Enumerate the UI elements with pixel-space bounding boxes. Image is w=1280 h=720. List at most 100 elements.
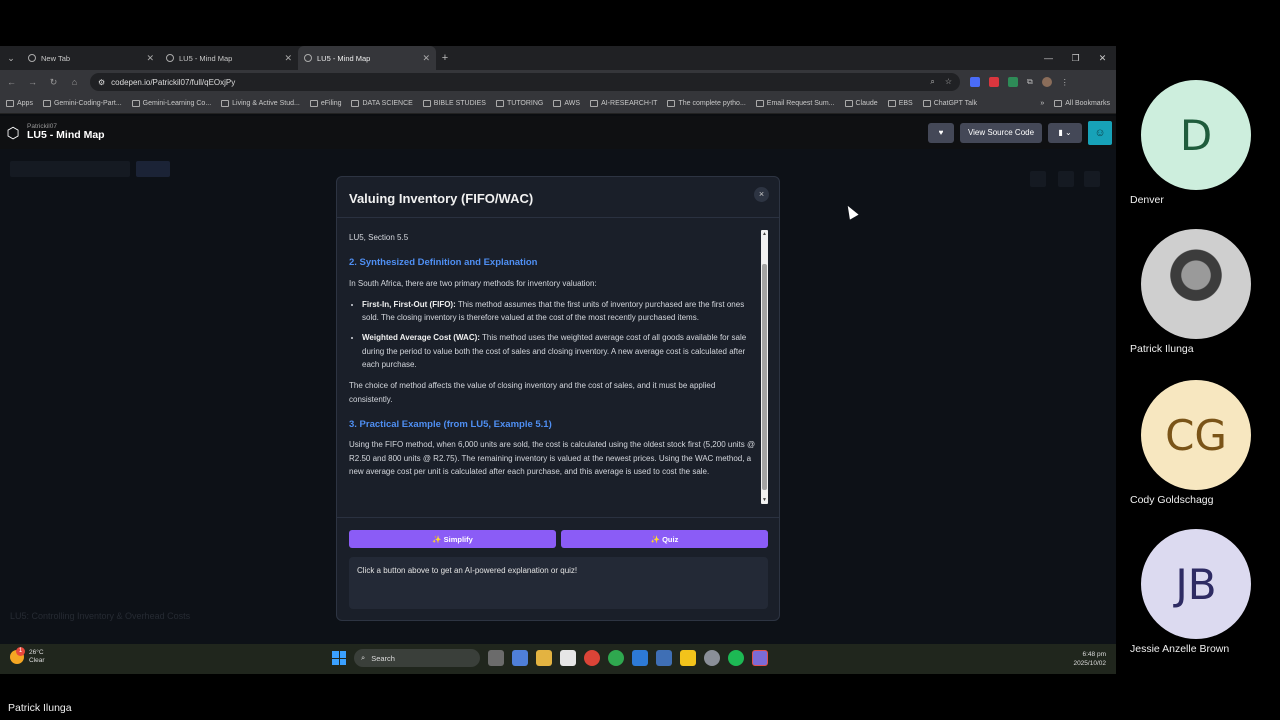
scroll-thumb[interactable]	[762, 264, 767, 490]
shared-screen: ⌄ New Tab ✕ LU5 - Mind Map ✕ LU5 - Mind …	[0, 46, 1116, 674]
simplify-button[interactable]: ✨ Simplify	[349, 530, 556, 548]
copilot-icon[interactable]	[512, 650, 528, 666]
bookmark-item[interactable]: Gemini-Coding-Part...	[42, 100, 122, 107]
bookmark-folder[interactable]: EBS	[887, 100, 913, 107]
user-avatar[interactable]: ☺	[1088, 120, 1112, 145]
bookmark-item[interactable]: Gemini-Learning Co...	[131, 100, 211, 107]
bookmark-item[interactable]: eFiling	[309, 100, 341, 107]
tab-label: LU5 - Mind Map	[317, 53, 371, 63]
bookmark-button[interactable]: ▮ ⌄	[1048, 122, 1082, 143]
tab-search-icon[interactable]: ⌄	[0, 46, 22, 70]
clock-time: 6:48 pm	[1082, 651, 1107, 658]
profile-avatar[interactable]	[1041, 77, 1052, 87]
youtube-icon	[667, 100, 676, 107]
star-icon[interactable]: ☆	[945, 77, 952, 87]
folder-icon	[351, 100, 360, 107]
extension-icon[interactable]	[1008, 77, 1018, 87]
participant-tile[interactable]: Patrick Ilunga	[1130, 229, 1270, 355]
meeting-window: ⌄ New Tab ✕ LU5 - Mind Map ✕ LU5 - Mind …	[0, 0, 1280, 720]
settings-icon[interactable]	[704, 650, 720, 666]
codepen-logo-icon[interactable]: ⬡	[4, 124, 22, 142]
bookmark-item[interactable]: Claude	[844, 100, 878, 107]
edge-icon[interactable]	[608, 650, 624, 666]
control-dimmed	[1058, 171, 1074, 187]
minimize-icon[interactable]: —	[1035, 46, 1062, 70]
app-icon[interactable]	[656, 650, 672, 666]
section-heading: 3. Practical Example (from LU5, Example …	[349, 418, 552, 430]
taskbar-search[interactable]: ⌕ Search	[354, 649, 480, 667]
close-icon[interactable]: ×	[754, 187, 769, 202]
store-icon[interactable]	[560, 650, 576, 666]
scroll-down-icon[interactable]: ▼	[761, 496, 768, 504]
bookmark-folder[interactable]: AI-RESEARCH-IT	[590, 100, 657, 107]
quiz-button[interactable]: ✨ Quiz	[561, 530, 768, 548]
bookmark-folder[interactable]: TUTORING	[495, 100, 543, 107]
tab-close-icon[interactable]: ✕	[422, 53, 430, 64]
scrollbar[interactable]: ▲ ▼	[761, 230, 768, 504]
chrome-icon	[28, 54, 36, 62]
participant-tile[interactable]: JB Jessie Anzelle Brown	[1130, 529, 1270, 655]
scroll-up-icon[interactable]: ▲	[761, 230, 768, 238]
meeting-app-icon[interactable]	[752, 650, 768, 666]
participant-avatar: JB	[1141, 529, 1251, 639]
vscode-icon[interactable]	[632, 650, 648, 666]
bookmarks-overflow-icon[interactable]: »	[1040, 100, 1044, 107]
chatgpt-icon	[922, 100, 931, 107]
heart-button[interactable]: ♥	[928, 122, 954, 143]
tab-new-tab[interactable]: New Tab ✕	[22, 46, 160, 70]
view-source-button[interactable]: View Source Code	[960, 122, 1042, 143]
condition: Clear	[29, 657, 45, 665]
forward-icon[interactable]: →	[27, 77, 38, 87]
back-icon[interactable]: ←	[6, 77, 17, 87]
paragraph: The choice of method affects the value o…	[349, 381, 716, 404]
pen-info: Patrickil07 LU5 - Mind Map	[27, 123, 105, 142]
tab-mind-map-active[interactable]: LU5 - Mind Map ✕	[298, 46, 436, 70]
restore-icon[interactable]: ❐	[1062, 46, 1089, 70]
site-info-icon[interactable]: ⚙	[98, 78, 105, 87]
close-window-icon[interactable]: ✕	[1089, 46, 1116, 70]
tab-close-icon[interactable]: ✕	[146, 53, 154, 64]
codepen-icon	[304, 54, 312, 62]
heart-icon: ♥	[938, 128, 944, 137]
participant-name: Denver	[1130, 194, 1164, 206]
section-reference: LU5, Section 5.5	[349, 233, 409, 242]
participant-tile[interactable]: CG Cody Goldschagg	[1130, 380, 1270, 506]
tab-close-icon[interactable]: ✕	[284, 53, 292, 64]
term: Weighted Average Cost (WAC):	[362, 333, 480, 343]
chrome-icon[interactable]	[584, 650, 600, 666]
extension-icon[interactable]	[970, 77, 980, 87]
tab-mind-map[interactable]: LU5 - Mind Map ✕	[160, 46, 298, 70]
chatgpt-icon	[755, 100, 764, 107]
system-clock[interactable]: 6:48 pm 2025/10/02	[1073, 650, 1106, 668]
sticky-notes-icon[interactable]	[680, 650, 696, 666]
all-bookmarks[interactable]: All Bookmarks	[1054, 100, 1110, 107]
new-tab-button[interactable]: +	[436, 52, 454, 64]
task-view-icon[interactable]	[488, 650, 504, 666]
extensions-area: ⧉ ⋮	[970, 77, 1069, 87]
participant-tile[interactable]: D Denver	[1130, 80, 1270, 206]
participant-photo	[1141, 229, 1251, 339]
bookmark-item[interactable]: ChatGPT Talk	[922, 100, 977, 107]
file-explorer-icon[interactable]	[536, 650, 552, 666]
globe-icon	[221, 100, 230, 107]
url-field[interactable]: ⚙ codepen.io/Patrickil07/full/qEOxjPy ⌕ …	[90, 73, 960, 91]
control-dimmed	[1084, 171, 1100, 187]
extension-icon[interactable]	[989, 77, 999, 87]
puzzle-icon[interactable]: ⧉	[1027, 77, 1033, 87]
bookmark-item[interactable]: Email Request Sum...	[755, 100, 835, 107]
bookmark-folder[interactable]: BIBLE STUDIES	[422, 100, 486, 107]
reload-icon[interactable]: ↻	[48, 77, 59, 88]
bookmark-item[interactable]: Living & Active Stud...	[221, 100, 300, 107]
weather-badge: 1	[16, 647, 25, 657]
bookmark-item[interactable]: The complete pytho...	[667, 100, 746, 107]
kebab-menu-icon[interactable]: ⋮	[1061, 78, 1069, 87]
home-icon[interactable]: ⌂	[69, 77, 80, 87]
bookmark-folder[interactable]: DATA SCIENCE	[351, 100, 413, 107]
spotify-icon[interactable]	[728, 650, 744, 666]
bookmark-apps[interactable]: Apps	[6, 100, 33, 107]
bookmark-folder[interactable]: AWS	[553, 100, 580, 107]
windows-start-icon[interactable]	[332, 651, 346, 665]
section-heading: 2. Synthesized Definition and Explanatio…	[349, 257, 538, 269]
zoom-icon[interactable]: ⌕	[930, 77, 934, 87]
weather-widget[interactable]: 1 26°C Clear	[10, 647, 45, 665]
